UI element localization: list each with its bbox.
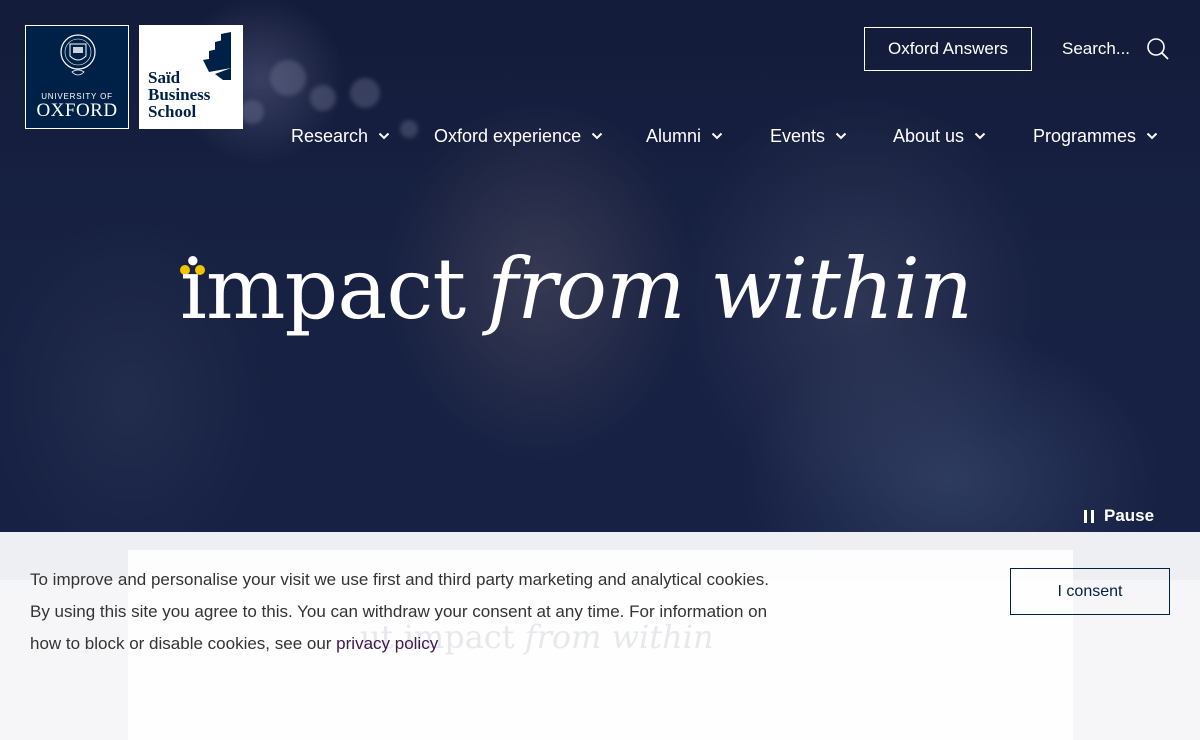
main-nav: Research Oxford experience Alumni Events… <box>0 122 1200 150</box>
oxford-crest-icon <box>60 34 96 76</box>
pause-label: Pause <box>1104 506 1155 525</box>
cookie-message: To improve and personalise your visit we… <box>30 564 770 660</box>
said-logo-line1: Saïd <box>148 68 181 87</box>
nav-item-label: Alumni <box>646 125 702 146</box>
nav-item-alumni[interactable]: Alumni <box>646 122 723 150</box>
nav-item-programmes[interactable]: Programmes <box>1033 122 1158 150</box>
chevron-down-icon <box>591 132 603 140</box>
chevron-down-icon <box>974 132 986 140</box>
nav-item-about-us[interactable]: About us <box>893 122 986 150</box>
said-logo-line2: Business <box>148 85 211 104</box>
headline-part1: impact <box>180 240 466 338</box>
oxford-logo[interactable]: UNIVERSITY OF OXFORD <box>25 25 129 129</box>
pause-button[interactable]: Pause <box>1084 506 1154 526</box>
nav-item-oxford-experience[interactable]: Oxford experience <box>434 122 603 150</box>
nav-item-label: About us <box>893 125 965 146</box>
nav-item-label: Events <box>770 125 826 146</box>
nav-item-events[interactable]: Events <box>770 122 847 150</box>
pause-icon <box>1084 509 1094 523</box>
chevron-down-icon <box>711 132 723 140</box>
hero-video: UNIVERSITY OF OXFORD Saïd Business Schoo… <box>0 0 1200 580</box>
chevron-down-icon <box>835 132 847 140</box>
search-label: Search... <box>1062 39 1131 58</box>
consent-button[interactable]: I consent <box>1010 568 1170 615</box>
search-button[interactable]: Search... <box>1062 36 1170 62</box>
said-logo-line3: School <box>148 102 197 121</box>
privacy-policy-link[interactable]: privacy policy <box>336 634 438 653</box>
nav-item-research[interactable]: Research <box>291 122 390 150</box>
cookie-banner: ut impact from within To improve and per… <box>0 532 1200 740</box>
hero-headline: impact from within <box>180 240 973 370</box>
chevron-down-icon <box>378 132 390 140</box>
nav-item-label: Oxford experience <box>434 125 582 146</box>
said-business-school-logo[interactable]: Saïd Business School <box>139 25 243 129</box>
search-icon <box>1147 38 1169 60</box>
chevron-down-icon <box>1146 132 1158 140</box>
nav-item-label: Programmes <box>1033 125 1137 146</box>
oxford-answers-button[interactable]: Oxford Answers <box>864 27 1032 71</box>
nav-item-label: Research <box>291 125 369 146</box>
headline-part2: from within <box>487 240 973 338</box>
oxford-logo-line2: OXFORD <box>36 100 118 121</box>
